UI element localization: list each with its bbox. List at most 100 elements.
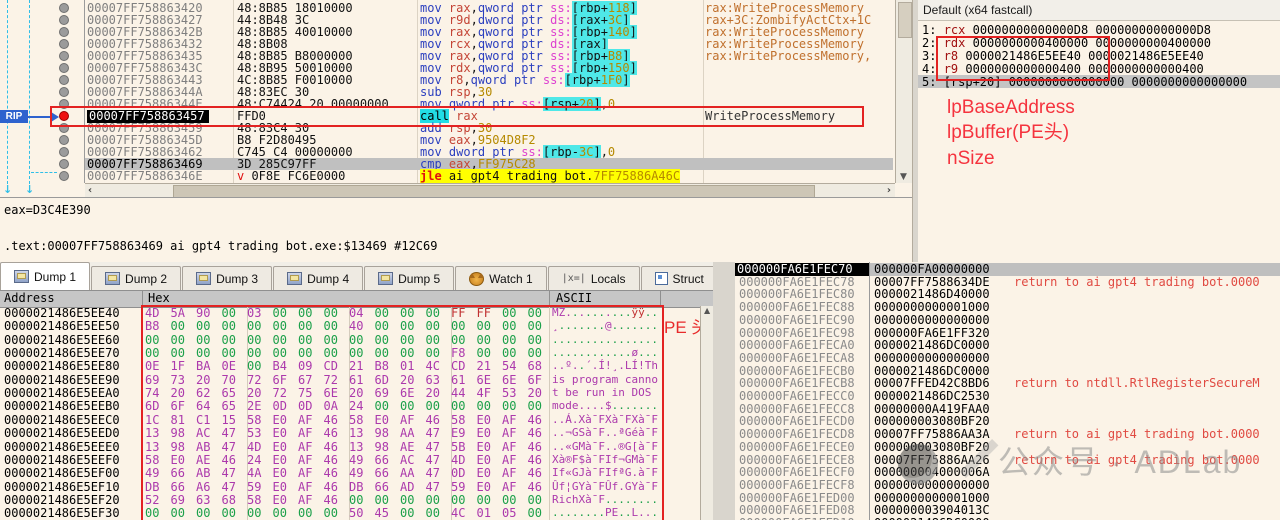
registers-annotation-box xyxy=(936,36,1110,81)
tab-label: Watch 1 xyxy=(489,272,533,286)
breakpoint-dot-icon[interactable] xyxy=(59,135,69,145)
stack-address: 000000FA6E1FECF8 xyxy=(739,479,855,492)
status-address-info: .text:00007FF758863469 ai gpt4 trading b… xyxy=(4,240,437,253)
tab-label: Struct xyxy=(673,272,704,286)
stack-panel[interactable]: 000000FA6E1FEC70000000FA00000000000000FA… xyxy=(735,262,1280,520)
tab-label: Locals xyxy=(591,272,626,286)
jump-line xyxy=(7,0,8,184)
stack-row[interactable]: 000000FA6E1FECF8 0000000000000000 xyxy=(735,479,1280,492)
status-bar: eax=D3C4E390 .text:00007FF758863469 ai g… xyxy=(0,197,912,263)
breakpoint-dot-icon[interactable] xyxy=(59,3,69,13)
stack-comment: return to ai gpt4 trading bot.0000 xyxy=(1014,428,1260,441)
annotation-lpbuffer: lpBuffer(PE头) xyxy=(947,121,1069,145)
bottom-tab-bar: Dump 1 Dump 2 Dump 3 Dump 4 Dump 5 Watch 1 |x=… xyxy=(0,262,735,290)
disassembly-panel[interactable]: ↓ ↓ 00007FF75886342048:8B85 18010000mov … xyxy=(0,0,912,197)
disasm-row[interactable]: 00007FF75886346E v 0F8E FC6E0000jle ai gp… xyxy=(85,170,893,182)
breakpoint-dot-icon[interactable] xyxy=(59,159,69,169)
stack-value[interactable]: 0000000000000000 xyxy=(874,352,990,365)
tab-dump-3[interactable]: Dump 3 xyxy=(182,266,272,290)
scrollbar-thumb[interactable] xyxy=(898,2,912,38)
tab-label: Dump 5 xyxy=(398,272,440,286)
jump-arrow-down-icon: ↓ xyxy=(25,184,34,195)
dump-address: 0000021486E5EEB0 xyxy=(4,400,120,413)
stack-comment: return to ai gpt4 trading bot.0000 xyxy=(1014,454,1260,467)
breakpoint-dot-icon[interactable] xyxy=(59,75,69,85)
dump-address: 0000021486E5EE60 xyxy=(4,334,120,347)
breakpoint-dot-icon[interactable] xyxy=(59,51,69,61)
instruction-text[interactable]: jle ai gpt4 trading bot.7FF75886A46C xyxy=(420,170,720,183)
tab-watch-1[interactable]: Watch 1 xyxy=(455,266,547,290)
watch-icon xyxy=(469,272,484,286)
scroll-left-icon[interactable]: ‹ xyxy=(88,185,92,197)
dump-address: 0000021486E5EEF0 xyxy=(4,454,120,467)
dump-icon xyxy=(287,272,302,285)
tab-label: Dump 1 xyxy=(34,270,76,284)
col-header-hex: Hex xyxy=(148,292,170,305)
col-header-ascii: ASCII xyxy=(556,292,592,305)
breakpoint-dot-icon[interactable] xyxy=(59,147,69,157)
locals-icon: |x=| xyxy=(562,273,586,285)
tab-struct[interactable]: Struct xyxy=(641,266,718,290)
registers-panel[interactable]: Default (x64 fastcall) 1: rcx 0000000000… xyxy=(918,0,1280,262)
jump-line xyxy=(29,0,30,184)
dump-stack-splitter[interactable] xyxy=(713,262,736,520)
dump-address: 0000021486E5EF10 xyxy=(4,481,120,494)
stack-comment: return to ntdll.RtlRegisterSecureM xyxy=(1014,377,1260,390)
rip-arrow xyxy=(28,116,51,118)
tab-dump-4[interactable]: Dump 4 xyxy=(273,266,363,290)
status-register-value: eax=D3C4E390 xyxy=(4,204,91,217)
dump-address: 0000021486E5EEC0 xyxy=(4,414,120,427)
scroll-up-icon[interactable]: ▲ xyxy=(704,306,710,316)
dump-icon xyxy=(378,272,393,285)
dump-address: 0000021486E5EF00 xyxy=(4,467,120,480)
annotation-lpbaseaddress: lpBaseAddress xyxy=(947,96,1075,120)
stack-comment: return to ai gpt4 trading bot.0000 xyxy=(1014,276,1260,289)
tab-dump-2[interactable]: Dump 2 xyxy=(91,266,181,290)
dump-icon xyxy=(196,272,211,285)
scroll-down-icon[interactable]: ▼ xyxy=(900,172,907,182)
dump-address: 0000021486E5EF20 xyxy=(4,494,120,507)
stack-row[interactable]: 000000FA6E1FECA8 0000000000000000 xyxy=(735,352,1280,365)
col-header-address: Address xyxy=(4,292,55,305)
dump-address: 0000021486E5EE40 xyxy=(4,307,120,320)
dump-address: 0000021486E5EE80 xyxy=(4,360,120,373)
breakpoint-dot-icon[interactable] xyxy=(59,63,69,73)
struct-icon xyxy=(655,272,668,285)
dump-address: 0000021486E5EE70 xyxy=(4,347,120,360)
dump-address: 0000021486E5EED0 xyxy=(4,427,120,440)
pe-header-annotation-box xyxy=(141,305,664,520)
tab-label: Dump 2 xyxy=(125,272,167,286)
jump-arrow-down-icon: ↓ xyxy=(3,184,12,195)
stack-value[interactable]: 0000000000000000 xyxy=(874,479,990,492)
tab-dump-5[interactable]: Dump 5 xyxy=(364,266,454,290)
dump-address: 0000021486E5EEE0 xyxy=(4,441,120,454)
tab-label: Dump 4 xyxy=(307,272,349,286)
call-row-annotation-box xyxy=(50,106,864,127)
debugger-window: ↓ ↓ 00007FF75886342048:8B85 18010000mov … xyxy=(0,0,1280,520)
scroll-right-icon[interactable]: › xyxy=(887,185,891,197)
stack-value[interactable]: 0000000000000000 xyxy=(874,314,990,327)
dump-vertical-scrollbar[interactable]: ▲ xyxy=(700,306,714,520)
calling-convention-header[interactable]: Default (x64 fastcall) xyxy=(918,0,1280,21)
breakpoint-dot-icon[interactable] xyxy=(59,15,69,25)
instruction-bytes: v 0F8E FC6E0000 xyxy=(237,170,417,183)
stack-value[interactable]: 000000003080BF20 xyxy=(874,441,990,454)
rip-label: RIP xyxy=(0,110,28,123)
stack-row[interactable]: 000000FA6E1FEC900000000000000000 xyxy=(735,314,1280,327)
tab-locals[interactable]: |x=| Locals xyxy=(548,266,640,290)
tab-dump-1[interactable]: Dump 1 xyxy=(0,262,90,290)
breakpoint-dot-icon[interactable] xyxy=(59,171,69,181)
stack-row[interactable]: 000000FA6E1FECE0 000000003080BF20 xyxy=(735,441,1280,454)
disasm-horizontal-scrollbar[interactable]: ‹ › xyxy=(85,183,895,198)
stack-column-divider xyxy=(869,262,870,520)
breakpoint-dot-icon[interactable] xyxy=(59,39,69,49)
breakpoint-dot-icon[interactable] xyxy=(59,27,69,37)
dump-panel[interactable]: Address Hex ASCII 0000021486E5EE404D5A90… xyxy=(0,290,713,520)
stack-address: 000000FA6E1FECE0 xyxy=(739,441,855,454)
dump-address: 0000021486E5EE90 xyxy=(4,374,120,387)
stack-address: 000000FA6E1FECA8 xyxy=(739,352,855,365)
breakpoint-dot-icon[interactable] xyxy=(59,87,69,97)
instruction-address[interactable]: 00007FF75886346E xyxy=(87,170,233,183)
dump-address: 0000021486E5EEA0 xyxy=(4,387,120,400)
disasm-vertical-scrollbar[interactable]: ▼ xyxy=(895,0,913,183)
